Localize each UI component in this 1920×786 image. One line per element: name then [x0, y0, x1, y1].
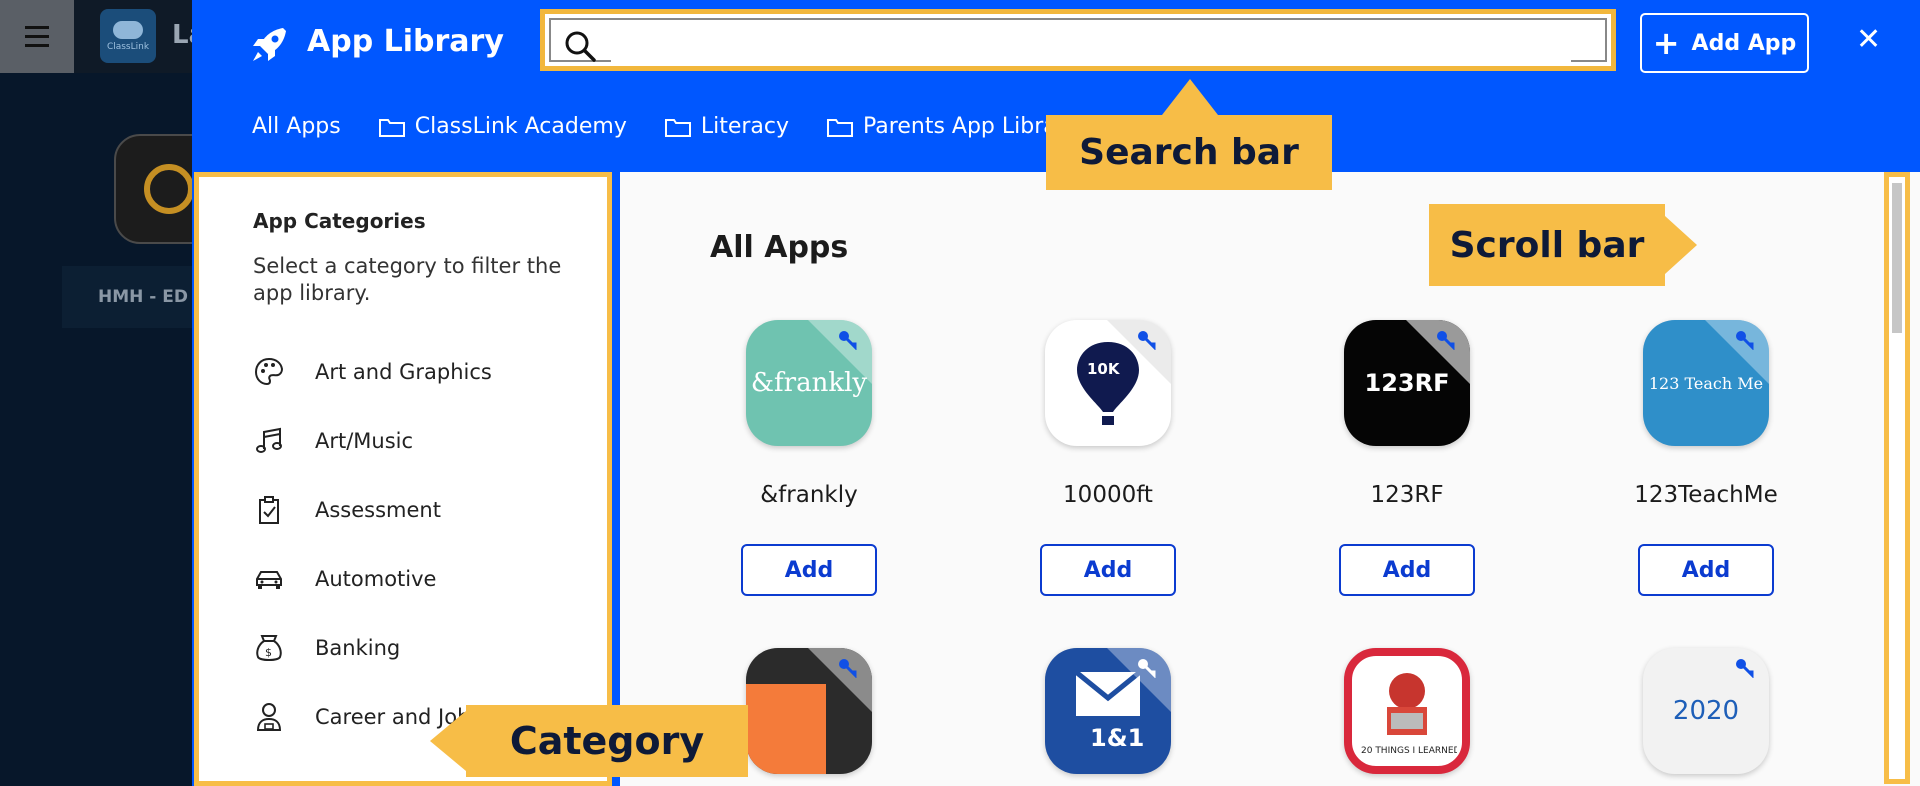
- tab-parents-app-library[interactable]: Parents App Library: [827, 114, 1079, 139]
- app-card[interactable]: 20 THINGS I LEARNED: [1308, 648, 1506, 774]
- sidebar-description: Select a category to filter the app libr…: [253, 254, 562, 305]
- svg-text:$: $: [265, 646, 272, 659]
- add-button[interactable]: Add: [741, 544, 877, 596]
- category-sidebar: App Categories Select a category to filt…: [194, 172, 612, 786]
- scrollbar[interactable]: [1884, 172, 1910, 784]
- app-icon[interactable]: 123RF: [1344, 320, 1470, 446]
- app-card[interactable]: &frankly &frankly Add: [710, 320, 908, 596]
- scroll-bar-callout: Scroll bar: [1429, 204, 1697, 286]
- search-bar-callout: Search bar: [1046, 79, 1332, 190]
- book-cover-icon: 20 THINGS I LEARNED: [1361, 673, 1457, 756]
- category-automotive[interactable]: Automotive: [253, 544, 492, 613]
- category-art-music[interactable]: Art/Music: [253, 406, 492, 475]
- category-art-and-graphics[interactable]: Art and Graphics: [253, 337, 492, 406]
- folder-icon: [827, 118, 854, 137]
- app-icon[interactable]: 10K: [1045, 320, 1171, 446]
- rocket-icon: [253, 28, 286, 61]
- app-library-title: App Library: [307, 24, 504, 59]
- app-icon[interactable]: 1&1: [1045, 648, 1171, 774]
- cloud-icon: [113, 20, 143, 39]
- app-name: 123RF: [1370, 482, 1444, 508]
- key-icon: [1736, 659, 1754, 678]
- add-app-button[interactable]: + Add App: [1640, 13, 1809, 73]
- app-icon[interactable]: 2020: [1643, 648, 1769, 774]
- category-banking[interactable]: $ Banking: [253, 613, 492, 682]
- tab-label: ClassLink Academy: [414, 114, 627, 139]
- close-icon[interactable]: ✕: [1856, 22, 1881, 57]
- category-label: Art and Graphics: [315, 359, 492, 384]
- folder-icon: [378, 118, 405, 137]
- key-icon: [1437, 331, 1455, 350]
- app-icon[interactable]: 123 Teach Me: [1643, 320, 1769, 446]
- app-card[interactable]: 123 Teach Me 123TeachMe Add: [1607, 320, 1805, 596]
- tab-bar: All Apps ClassLink Academy Literacy Pare…: [252, 114, 1079, 188]
- key-icon: [1736, 331, 1754, 350]
- key-icon: [839, 331, 857, 350]
- app-icon-label: 20 THINGS I LEARNED: [1361, 746, 1457, 756]
- classlink-logo: ClassLink: [100, 9, 156, 63]
- app-icon-label: 1&1: [1090, 724, 1144, 752]
- app-icon[interactable]: &frankly: [746, 320, 872, 446]
- app-card[interactable]: 2020: [1607, 648, 1805, 774]
- tab-classlink-academy[interactable]: ClassLink Academy: [378, 114, 627, 139]
- search-bar[interactable]: [540, 9, 1616, 71]
- category-assessment[interactable]: Assessment: [253, 475, 492, 544]
- car-icon: [256, 570, 282, 589]
- plus-icon: +: [1652, 24, 1680, 62]
- key-icon: [839, 659, 857, 678]
- logo-text: ClassLink: [106, 41, 150, 52]
- category-label: Art/Music: [315, 428, 414, 453]
- palette-icon: [254, 357, 284, 385]
- app-icon-label: 2020: [1672, 696, 1740, 726]
- scrollbar-thumb[interactable]: [1892, 183, 1902, 333]
- category-callout: Category: [430, 705, 748, 777]
- tab-literacy[interactable]: Literacy: [664, 114, 790, 139]
- content-title: All Apps: [710, 230, 849, 265]
- key-icon: [1138, 659, 1156, 678]
- app-grid: &frankly &frankly Add 10K 10000ft Add 12…: [710, 320, 1805, 774]
- money-bag-icon: $: [256, 634, 282, 661]
- music-note-icon: [256, 427, 282, 453]
- category-label: Automotive: [315, 566, 437, 591]
- tab-all-apps[interactable]: All Apps: [252, 114, 341, 188]
- category-label: Assessment: [315, 497, 441, 522]
- app-list-panel: All Apps &frankly &frankly Add 10K 10000…: [620, 172, 1920, 786]
- app-name: 10000ft: [1063, 482, 1153, 508]
- search-icon: [565, 31, 596, 62]
- key-icon: [1138, 331, 1156, 350]
- category-label: Banking: [315, 635, 401, 660]
- search-input[interactable]: [611, 26, 1571, 64]
- app-icon[interactable]: [746, 648, 872, 774]
- app-card[interactable]: 1&1: [1009, 648, 1207, 774]
- hamburger-menu-button[interactable]: [0, 0, 74, 73]
- app-icon[interactable]: 20 THINGS I LEARNED: [1344, 648, 1470, 774]
- add-button[interactable]: Add: [1638, 544, 1774, 596]
- add-button[interactable]: Add: [1040, 544, 1176, 596]
- search-field-frame: [549, 18, 1607, 64]
- sidebar-title: App Categories: [253, 209, 426, 233]
- app-name: 123TeachMe: [1634, 482, 1778, 508]
- app-card[interactable]: 123RF 123RF Add: [1308, 320, 1506, 596]
- add-app-label: Add App: [1691, 30, 1797, 56]
- tab-label: All Apps: [252, 114, 341, 139]
- hamburger-icon: [25, 23, 49, 50]
- add-button[interactable]: Add: [1339, 544, 1475, 596]
- app-name: &frankly: [760, 482, 858, 508]
- category-list: Art and Graphics Art/Music Assessment Au…: [253, 337, 492, 751]
- folder-icon: [664, 118, 691, 137]
- tab-label: Literacy: [700, 114, 790, 139]
- sun-icon: [144, 164, 194, 214]
- clipboard-check-icon: [259, 495, 279, 524]
- app-card[interactable]: 10K 10000ft Add: [1009, 320, 1207, 596]
- person-briefcase-icon: [256, 702, 282, 731]
